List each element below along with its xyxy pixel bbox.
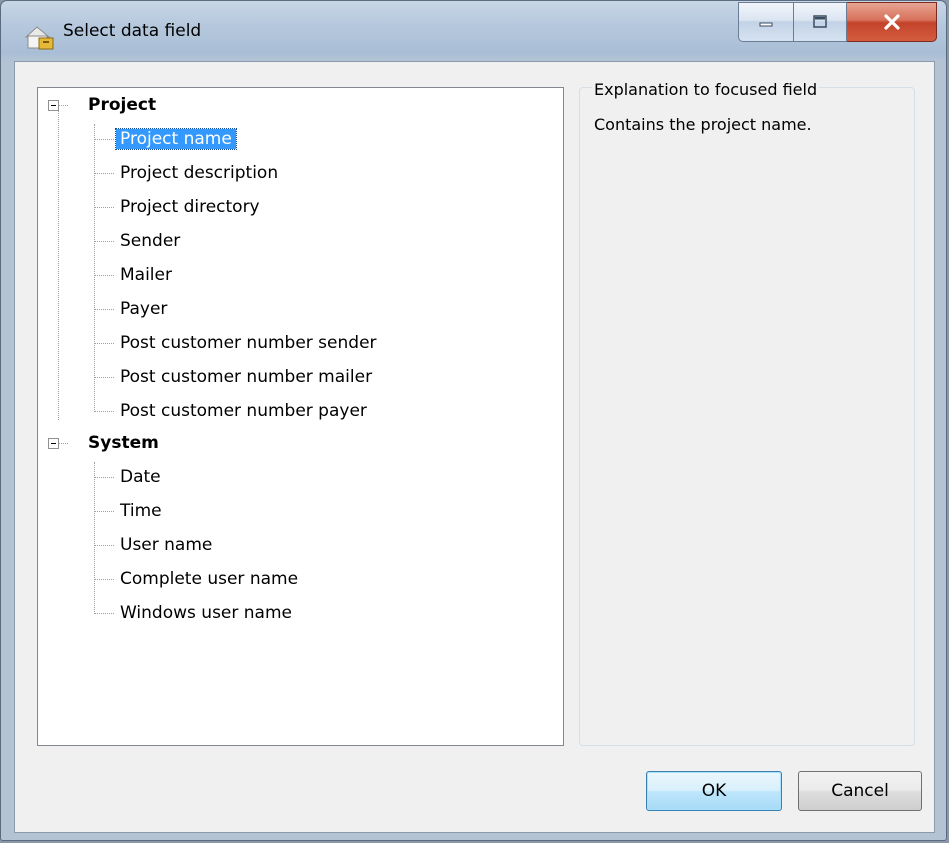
dialog-client-area: Project Project name Project description… [14, 61, 935, 833]
tree-connector-line [94, 241, 114, 242]
tree-item-label: Date [120, 467, 161, 487]
tree-group-project[interactable]: Project [88, 90, 156, 120]
tree-item-post-customer-number-sender[interactable]: Post customer number sender [116, 328, 381, 358]
tree-connector-line [59, 443, 68, 444]
tree-connector-line [94, 377, 114, 378]
explanation-text: Contains the project name. [594, 115, 812, 134]
caption-buttons [738, 2, 937, 42]
tree-item-user-name[interactable]: User name [116, 530, 216, 560]
tree-item-time[interactable]: Time [116, 496, 166, 526]
tree-connector-line [94, 477, 114, 478]
dialog-window: Select data field Project Project name P… [0, 0, 947, 841]
title-bar[interactable]: Select data field [1, 1, 946, 61]
window-title: Select data field [63, 21, 202, 41]
tree-connector-line [94, 511, 114, 512]
explanation-legend: Explanation to focused field [592, 80, 820, 99]
cancel-button[interactable]: Cancel [798, 771, 922, 811]
tree-connector-line [94, 613, 114, 614]
maximize-icon [813, 15, 827, 28]
project-collapse-icon[interactable] [48, 100, 59, 111]
tree-item-label: Complete user name [120, 569, 299, 589]
tree-item-label: Project name [115, 128, 237, 150]
tree-connector-line [94, 173, 114, 174]
minimize-button[interactable] [738, 2, 794, 42]
tree-item-label: Sender [120, 231, 181, 251]
tree-item-payer[interactable]: Payer [116, 294, 171, 324]
tree-item-post-customer-number-payer[interactable]: Post customer number payer [116, 396, 371, 426]
maximize-button[interactable] [794, 2, 847, 42]
tree-item-complete-user-name[interactable]: Complete user name [116, 564, 302, 594]
tree-item-label: Project description [120, 163, 279, 183]
tree-connector-line [94, 343, 114, 344]
tree-item-post-customer-number-mailer[interactable]: Post customer number mailer [116, 362, 376, 392]
tree-item-label: Project directory [120, 197, 260, 217]
tree-item-project-directory[interactable]: Project directory [116, 192, 264, 222]
tree-connector-line [94, 207, 114, 208]
tree-item-label: Post customer number sender [120, 333, 377, 353]
tree-item-label: Windows user name [120, 603, 292, 623]
tree-item-label: Post customer number mailer [120, 367, 373, 387]
tree-connector-line [94, 124, 95, 412]
tree-item-sender[interactable]: Sender [116, 226, 184, 256]
ok-button[interactable]: OK [646, 771, 782, 811]
tree-connector-line [94, 275, 114, 276]
tree-item-label: User name [120, 535, 213, 555]
tree-item-project-name[interactable]: Project name [115, 124, 237, 154]
tree-item-label: Payer [120, 299, 168, 319]
data-field-tree[interactable]: Project Project name Project description… [37, 87, 564, 746]
tree-item-label: Post customer number payer [120, 401, 367, 421]
minimize-icon [759, 22, 773, 27]
tree-connector-line [94, 139, 114, 140]
tree-item-label: Time [120, 501, 162, 521]
tree-connector-line [94, 309, 114, 310]
tree-item-mailer[interactable]: Mailer [116, 260, 176, 290]
explanation-groupbox: Explanation to focused field Contains th… [579, 80, 915, 746]
data-field-icon [24, 26, 54, 50]
system-collapse-icon[interactable] [48, 438, 59, 449]
close-icon [883, 14, 900, 30]
tree-item-windows-user-name[interactable]: Windows user name [116, 598, 296, 628]
tree-item-label: Mailer [120, 265, 172, 285]
tree-connector-line [94, 579, 114, 580]
close-button[interactable] [847, 2, 937, 42]
tree-item-project-description[interactable]: Project description [116, 158, 282, 188]
tree-connector-line [94, 462, 95, 614]
tree-connector-line [59, 105, 68, 106]
tree-item-date[interactable]: Date [116, 462, 165, 492]
tree-group-system[interactable]: System [88, 428, 159, 458]
tree-connector-line [94, 411, 114, 412]
tree-connector-line [58, 111, 59, 420]
tree-connector-line [94, 545, 114, 546]
